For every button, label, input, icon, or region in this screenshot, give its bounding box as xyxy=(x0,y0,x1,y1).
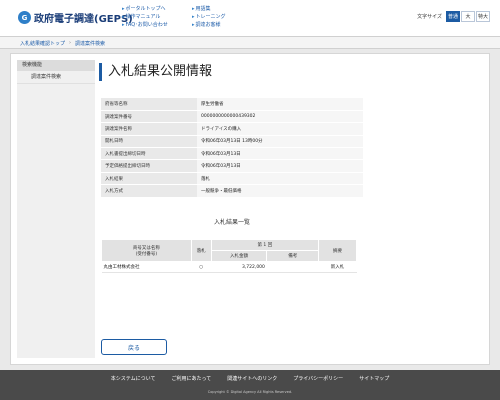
breadcrumb-item-current[interactable]: 調達案件検索 xyxy=(75,40,105,47)
main-panel: 検索機能 調達案件検索 入札結果公開情報 府省等名称 厚生労働省 調達案件番号 00… xyxy=(10,53,490,365)
site-footer: 本システムについて ご利用にあたって 関連サイトへのリンク プライバシーポリシー… xyxy=(0,370,500,400)
training-link[interactable]: トレーニング xyxy=(192,13,226,21)
detail-label: 入札書提出締切日時 xyxy=(101,147,197,161)
col-header-round: 第 1 回 xyxy=(210,239,320,251)
result-table: 商号又は名称 (受付番号) 落札 第 1 回 摘要 入札金額 備考 丸由工材株式… xyxy=(101,239,357,273)
table-row: 調達案件番号 0000000000000439302 xyxy=(101,110,363,124)
table-row: 予定価格提出締切日時 令和06年03月13日 xyxy=(101,159,363,173)
detail-label: 調達案件番号 xyxy=(101,110,197,124)
procurement-info-link[interactable]: 調達お客様 xyxy=(192,21,226,29)
cell-summary: 新入札 xyxy=(318,261,357,273)
breadcrumb: 入札結果確認トップ › 調達案件検索 xyxy=(20,40,105,47)
footer-link-privacy[interactable]: プライバシーポリシー xyxy=(293,375,343,382)
sidebar-item-case-search[interactable]: 調達案件検索 xyxy=(17,71,95,84)
detail-value: 0000000000000439302 xyxy=(197,110,363,124)
result-list-title: 入札結果一覧 xyxy=(213,219,250,226)
font-size-switcher: 文字サイズ 普通 大 特大 xyxy=(417,11,490,22)
copyright: Copyright © Digital Agency All Rights Re… xyxy=(207,390,293,394)
font-size-large-button[interactable]: 大 xyxy=(461,11,475,22)
table-row: 開札日時 令和06年03月13日 13時00分 xyxy=(101,135,363,149)
footer-links: 本システムについて ご利用にあたって 関連サイトへのリンク プライバシーポリシー… xyxy=(0,375,500,382)
header-links-secondary: 用語集 トレーニング 調達お客様 xyxy=(192,5,226,29)
glossary-link[interactable]: 用語集 xyxy=(192,5,226,13)
col-header-company: 商号又は名称 (受付番号) xyxy=(101,239,192,262)
detail-value: ドライアイスの購入 xyxy=(197,122,363,136)
col-header-note: 備考 xyxy=(266,250,320,262)
site-logo[interactable]: G 政府電子調達(GEPS) xyxy=(18,10,133,25)
detail-value: 令和06年03月13日 13時00分 xyxy=(197,135,363,149)
sidebar: 検索機能 調達案件検索 xyxy=(17,60,95,358)
faq-link[interactable]: FAQ･お問い合わせ xyxy=(122,21,168,29)
table-row: 府省等名称 厚生労働省 xyxy=(101,98,363,111)
back-button[interactable]: 戻る xyxy=(101,339,167,355)
detail-value: 厚生労働省 xyxy=(197,98,363,111)
site-name: 政府電子調達(GEPS) xyxy=(34,14,133,25)
header-links-primary: ポータルトップへ 操作マニュアル FAQ･お問い合わせ xyxy=(122,5,168,29)
footer-link-about[interactable]: 本システムについて xyxy=(111,375,156,382)
manual-link[interactable]: 操作マニュアル xyxy=(122,13,168,21)
col-header-amount: 入札金額 xyxy=(210,250,268,262)
font-size-label: 文字サイズ xyxy=(417,14,442,20)
detail-label: 開札日時 xyxy=(101,135,197,149)
detail-label: 調達案件名称 xyxy=(101,122,197,136)
breadcrumb-separator-icon: › xyxy=(69,40,72,46)
geps-logo-icon: G xyxy=(18,11,31,24)
col-header-summary: 摘要 xyxy=(318,239,357,262)
detail-value: 一般競争・最低価格 xyxy=(197,184,363,198)
cell-company: 丸由工材株式会社 xyxy=(101,261,192,273)
cell-amount: 3,722,000 xyxy=(211,261,267,273)
cell-award: ○ xyxy=(191,261,212,273)
table-row: 入札書提出締切日時 令和06年03月13日 xyxy=(101,147,363,161)
detail-value: 令和06年03月13日 xyxy=(197,159,363,173)
footer-link-usage[interactable]: ご利用にあたって xyxy=(172,375,212,382)
breadcrumb-item-top[interactable]: 入札結果確認トップ xyxy=(20,40,65,47)
font-size-normal-button[interactable]: 普通 xyxy=(446,11,460,22)
detail-value: 落札 xyxy=(197,172,363,186)
footer-link-related-sites[interactable]: 関連サイトへのリンク xyxy=(227,375,277,382)
table-row: 入札方式 一般競争・最低価格 xyxy=(101,184,363,198)
table-row: 丸由工材株式会社 ○ 3,722,000 新入札 xyxy=(101,261,357,273)
detail-label: 予定価格提出締切日時 xyxy=(101,159,197,173)
cell-note xyxy=(266,261,319,273)
sidebar-heading: 検索機能 xyxy=(17,60,95,71)
table-row: 入札結果 落札 xyxy=(101,172,363,186)
col-header-award: 落札 xyxy=(190,239,212,262)
detail-label: 入札結果 xyxy=(101,172,197,186)
portal-top-link[interactable]: ポータルトップへ xyxy=(122,5,168,13)
font-size-xlarge-button[interactable]: 特大 xyxy=(476,11,490,22)
site-header: G 政府電子調達(GEPS) ポータルトップへ 操作マニュアル FAQ･お問い合… xyxy=(0,0,500,36)
detail-label: 入札方式 xyxy=(101,184,197,198)
breadcrumb-bar: 入札結果確認トップ › 調達案件検索 xyxy=(0,36,500,49)
footer-link-sitemap[interactable]: サイトマップ xyxy=(359,375,389,382)
table-row: 調達案件名称 ドライアイスの購入 xyxy=(101,122,363,136)
detail-value: 令和06年03月13日 xyxy=(197,147,363,161)
detail-label: 府省等名称 xyxy=(101,98,197,111)
case-detail-table: 府省等名称 厚生労働省 調達案件番号 0000000000000439302 調達案… xyxy=(101,98,363,198)
page-title: 入札結果公開情報 xyxy=(99,63,212,81)
